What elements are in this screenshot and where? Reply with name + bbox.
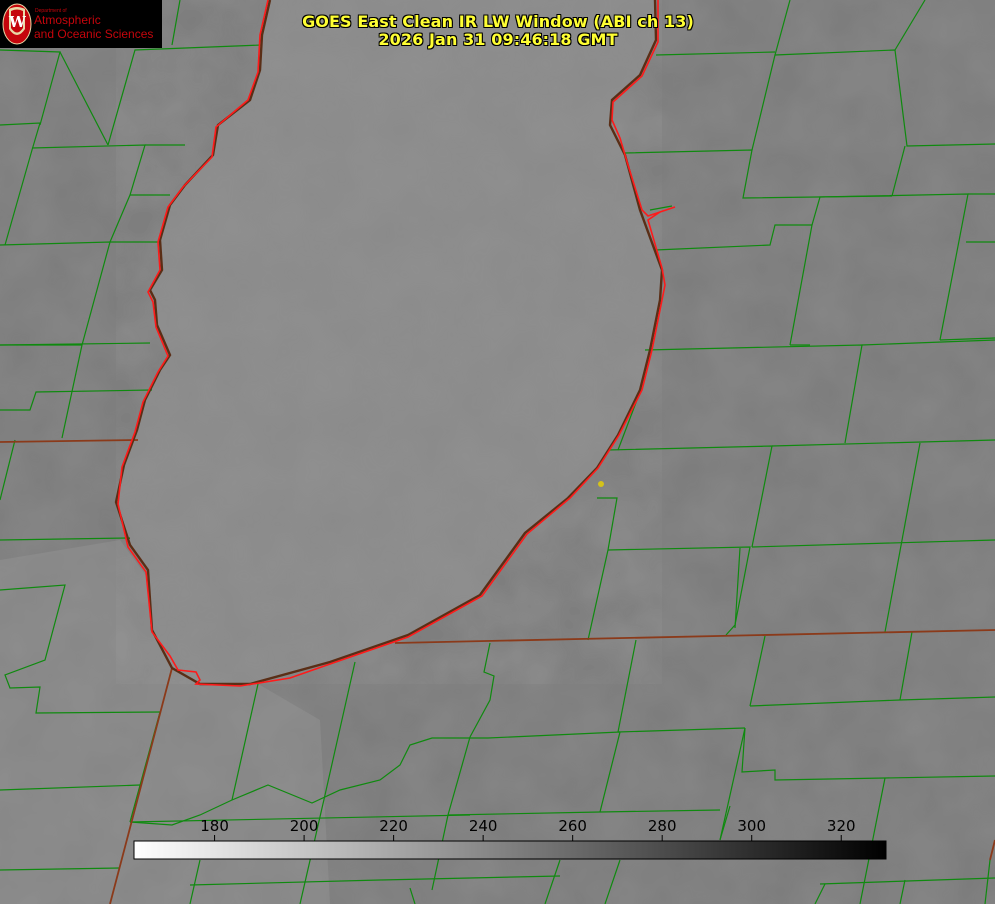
image-title: GOES East Clean IR LW Window (ABI ch 13) <box>302 12 694 31</box>
image-timestamp: 2026 Jan 31 09:46:18 GMT <box>378 30 618 49</box>
satellite-map: W Department of Atmospheric and Oceanic … <box>0 0 995 904</box>
logo-line-1: Atmospheric <box>34 13 101 27</box>
uw-aos-logo: W Department of Atmospheric and Oceanic … <box>0 0 162 48</box>
map-canvas <box>0 0 995 904</box>
station-marker <box>598 481 604 487</box>
logo-line-2: and Oceanic Sciences <box>34 27 154 41</box>
logo-shield-letter: W <box>9 13 26 31</box>
